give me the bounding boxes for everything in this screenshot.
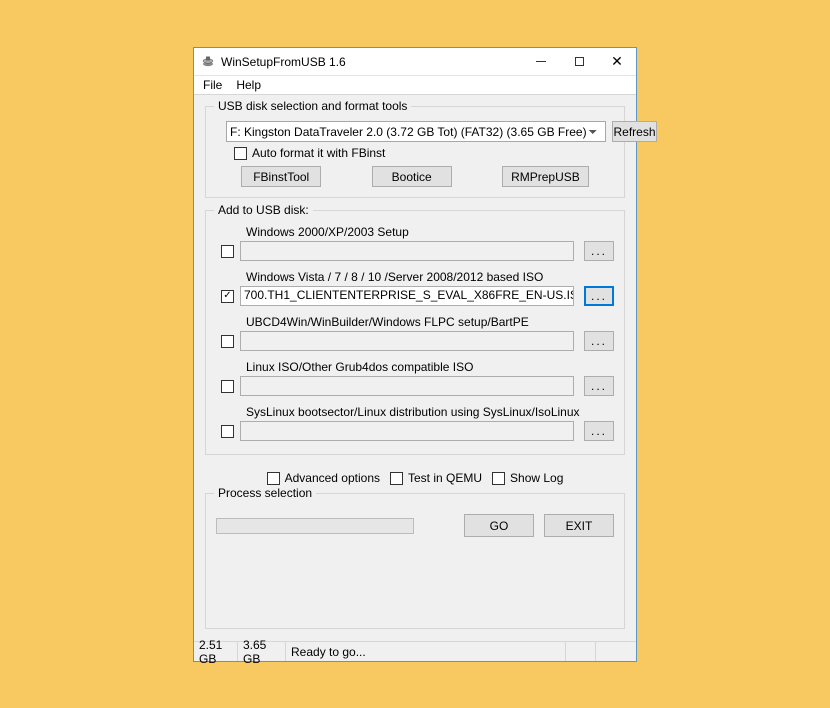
window-title: WinSetupFromUSB 1.6 bbox=[221, 55, 522, 69]
advanced-options-checkbox[interactable] bbox=[267, 472, 280, 485]
add-item-label: UBCD4Win/WinBuilder/Windows FLPC setup/B… bbox=[246, 315, 614, 329]
status-spare-1 bbox=[566, 642, 596, 661]
add-item-1: Windows Vista / 7 / 8 / 10 /Server 2008/… bbox=[216, 270, 614, 306]
disk-selection-group: USB disk selection and format tools F: K… bbox=[205, 106, 625, 198]
menu-file[interactable]: File bbox=[196, 77, 229, 93]
auto-format-checkbox[interactable] bbox=[234, 147, 247, 160]
status-used: 2.51 GB bbox=[194, 642, 238, 661]
options-row: Advanced options Test in QEMU Show Log bbox=[205, 471, 625, 485]
fbinst-tool-button[interactable]: FBinstTool bbox=[241, 166, 321, 187]
status-spare-2 bbox=[596, 642, 636, 661]
rmprepusb-button[interactable]: RMPrepUSB bbox=[502, 166, 589, 187]
advanced-options-label: Advanced options bbox=[285, 471, 380, 485]
add-item-0: Windows 2000/XP/2003 Setup... bbox=[216, 225, 614, 261]
add-item-checkbox[interactable] bbox=[221, 290, 234, 303]
browse-button[interactable]: ... bbox=[584, 331, 614, 351]
status-message: Ready to go... bbox=[286, 642, 566, 661]
close-button[interactable]: ✕ bbox=[598, 48, 636, 75]
app-icon bbox=[200, 54, 216, 70]
add-item-path bbox=[240, 331, 574, 351]
add-to-usb-group: Add to USB disk: Windows 2000/XP/2003 Se… bbox=[205, 210, 625, 455]
refresh-button[interactable]: Refresh bbox=[612, 121, 657, 142]
add-item-label: SysLinux bootsector/Linux distribution u… bbox=[246, 405, 614, 419]
add-item-path bbox=[240, 376, 574, 396]
statusbar: 2.51 GB 3.65 GB Ready to go... bbox=[194, 641, 636, 661]
add-item-path bbox=[240, 241, 574, 261]
add-item-path[interactable]: 700.TH1_CLIENTENTERPRISE_S_EVAL_X86FRE_E… bbox=[240, 286, 574, 306]
test-in-qemu-checkbox[interactable] bbox=[390, 472, 403, 485]
browse-button[interactable]: ... bbox=[584, 286, 614, 306]
add-item-label: Windows 2000/XP/2003 Setup bbox=[246, 225, 614, 239]
add-item-label: Windows Vista / 7 / 8 / 10 /Server 2008/… bbox=[246, 270, 614, 284]
app-window: WinSetupFromUSB 1.6 ✕ File Help USB disk… bbox=[193, 47, 637, 662]
add-item-checkbox[interactable] bbox=[221, 425, 234, 438]
add-item-checkbox[interactable] bbox=[221, 245, 234, 258]
auto-format-label: Auto format it with FBinst bbox=[252, 146, 385, 160]
window-body: USB disk selection and format tools F: K… bbox=[194, 95, 636, 641]
add-item-path bbox=[240, 421, 574, 441]
disk-select[interactable]: F: Kingston DataTraveler 2.0 (3.72 GB To… bbox=[226, 121, 606, 142]
add-item-label: Linux ISO/Other Grub4dos compatible ISO bbox=[246, 360, 614, 374]
exit-button[interactable]: EXIT bbox=[544, 514, 614, 537]
progress-bar bbox=[216, 518, 414, 534]
maximize-button[interactable] bbox=[560, 48, 598, 75]
browse-button[interactable]: ... bbox=[584, 421, 614, 441]
add-item-checkbox[interactable] bbox=[221, 335, 234, 348]
add-item-3: Linux ISO/Other Grub4dos compatible ISO.… bbox=[216, 360, 614, 396]
status-free: 3.65 GB bbox=[238, 642, 286, 661]
process-group: Process selection GO EXIT bbox=[205, 493, 625, 629]
menubar: File Help bbox=[194, 76, 636, 95]
add-item-checkbox[interactable] bbox=[221, 380, 234, 393]
add-to-usb-legend: Add to USB disk: bbox=[214, 203, 313, 217]
test-in-qemu-label: Test in QEMU bbox=[408, 471, 482, 485]
go-button[interactable]: GO bbox=[464, 514, 534, 537]
show-log-label: Show Log bbox=[510, 471, 563, 485]
add-item-2: UBCD4Win/WinBuilder/Windows FLPC setup/B… bbox=[216, 315, 614, 351]
menu-help[interactable]: Help bbox=[229, 77, 268, 93]
bootice-button[interactable]: Bootice bbox=[372, 166, 452, 187]
titlebar: WinSetupFromUSB 1.6 ✕ bbox=[194, 48, 636, 76]
add-item-4: SysLinux bootsector/Linux distribution u… bbox=[216, 405, 614, 441]
browse-button[interactable]: ... bbox=[584, 241, 614, 261]
minimize-button[interactable] bbox=[522, 48, 560, 75]
process-legend: Process selection bbox=[214, 486, 316, 500]
disk-selection-legend: USB disk selection and format tools bbox=[214, 99, 411, 113]
browse-button[interactable]: ... bbox=[584, 376, 614, 396]
show-log-checkbox[interactable] bbox=[492, 472, 505, 485]
